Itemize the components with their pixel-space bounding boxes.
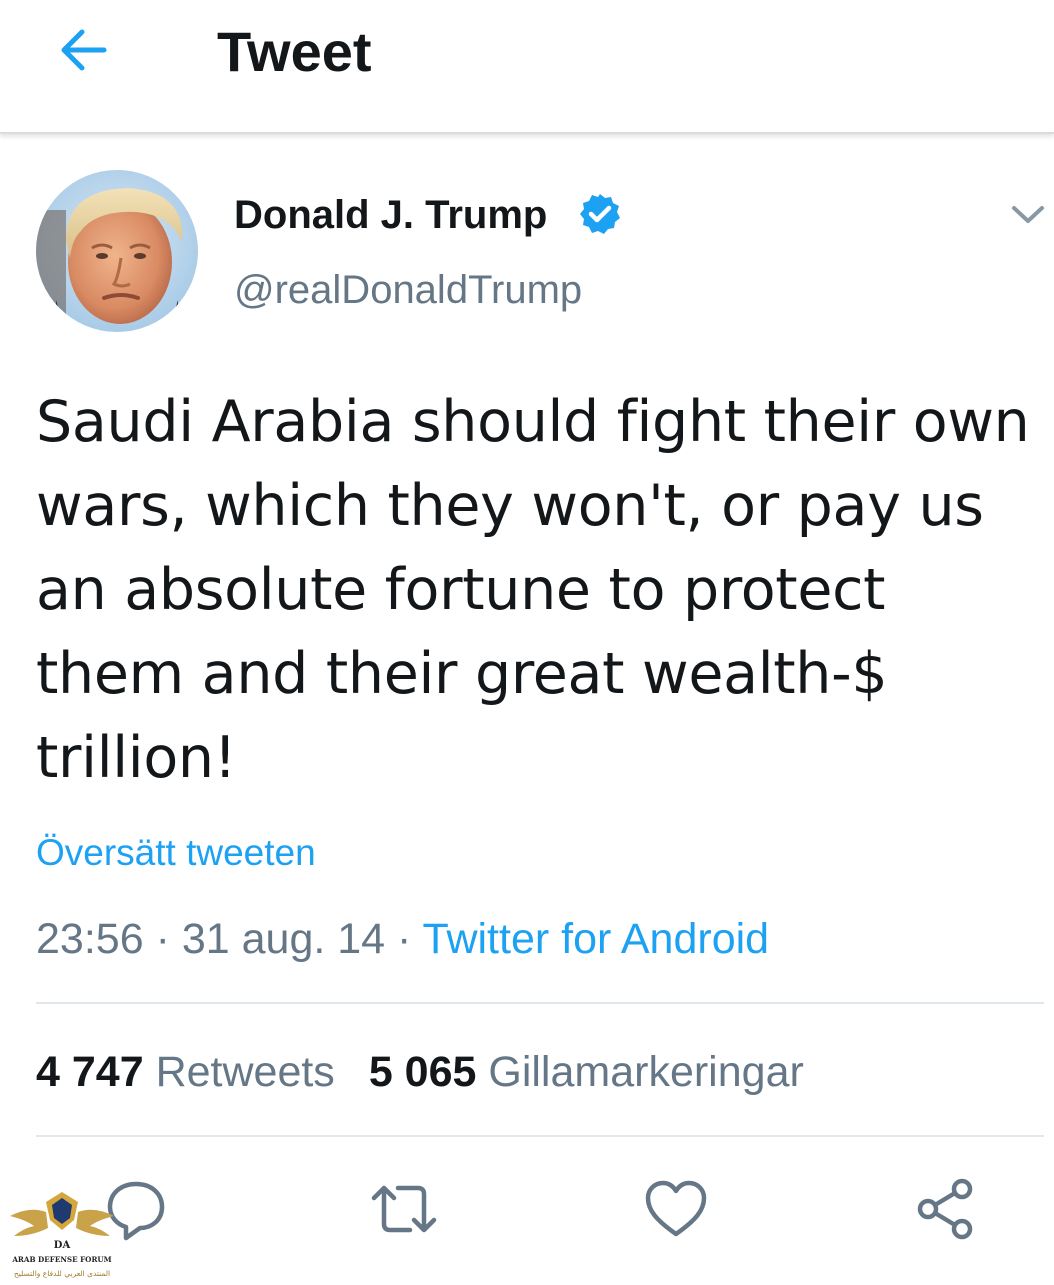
back-button[interactable]	[52, 22, 116, 78]
divider	[36, 1002, 1044, 1004]
likes-count: 5 065	[368, 1048, 477, 1096]
like-button[interactable]	[642, 1176, 710, 1242]
share-button[interactable]	[912, 1176, 980, 1242]
share-icon	[917, 1178, 973, 1240]
verified-badge-icon	[580, 194, 620, 234]
tweet-meta: 23:56 · 31 aug. 14 · Twitter for Android	[36, 912, 769, 966]
tweet-time: 23:56	[36, 915, 144, 963]
retweets-count: 4 747	[36, 1048, 144, 1096]
meta-separator: ·	[155, 915, 170, 963]
author-name[interactable]: Donald J. Trump	[234, 190, 547, 240]
tweet-options-button[interactable]	[1006, 196, 1050, 232]
avatar[interactable]	[36, 170, 198, 332]
author-handle[interactable]: @realDonaldTrump	[234, 265, 582, 315]
tweet-text: Saudi Arabia should fight their own wars…	[36, 389, 1030, 791]
heart-icon	[645, 1180, 707, 1237]
retweets-stat[interactable]: 4 747 Retweets	[36, 1048, 335, 1096]
retweet-button[interactable]	[370, 1176, 438, 1242]
retweet-icon	[371, 1185, 437, 1233]
svg-text:ARAB DEFENSE FORUM: ARAB DEFENSE FORUM	[11, 1255, 111, 1264]
top-app-bar: Tweet	[0, 0, 1054, 134]
translate-tweet-link[interactable]: Översätt tweeten	[36, 830, 316, 876]
retweets-label: Retweets	[155, 1048, 335, 1096]
divider	[36, 1135, 1044, 1137]
tweet-source-link[interactable]: Twitter for Android	[423, 915, 770, 963]
profile-photo	[36, 170, 198, 332]
meta-separator: ·	[397, 915, 412, 963]
page-title: Tweet	[217, 20, 372, 83]
svg-text:DA: DA	[54, 1240, 71, 1251]
likes-label: Gillamarkeringar	[488, 1048, 804, 1096]
back-arrow-icon	[61, 29, 107, 71]
svg-text:المنتدى العربي للدفاع والتسليح: المنتدى العربي للدفاع والتسليح	[14, 1269, 110, 1278]
tweet-stats: 4 747 Retweets 5 065 Gillamarkeringar	[36, 1044, 804, 1100]
tweet-date: 31 aug. 14	[181, 915, 386, 963]
likes-stat[interactable]: 5 065 Gillamarkeringar	[369, 1048, 804, 1096]
chevron-down-icon	[1012, 206, 1044, 223]
arab-defense-forum-watermark-logo: DA ARAB DEFENSE FORUM المنتدى العربي للد…	[10, 1192, 114, 1278]
